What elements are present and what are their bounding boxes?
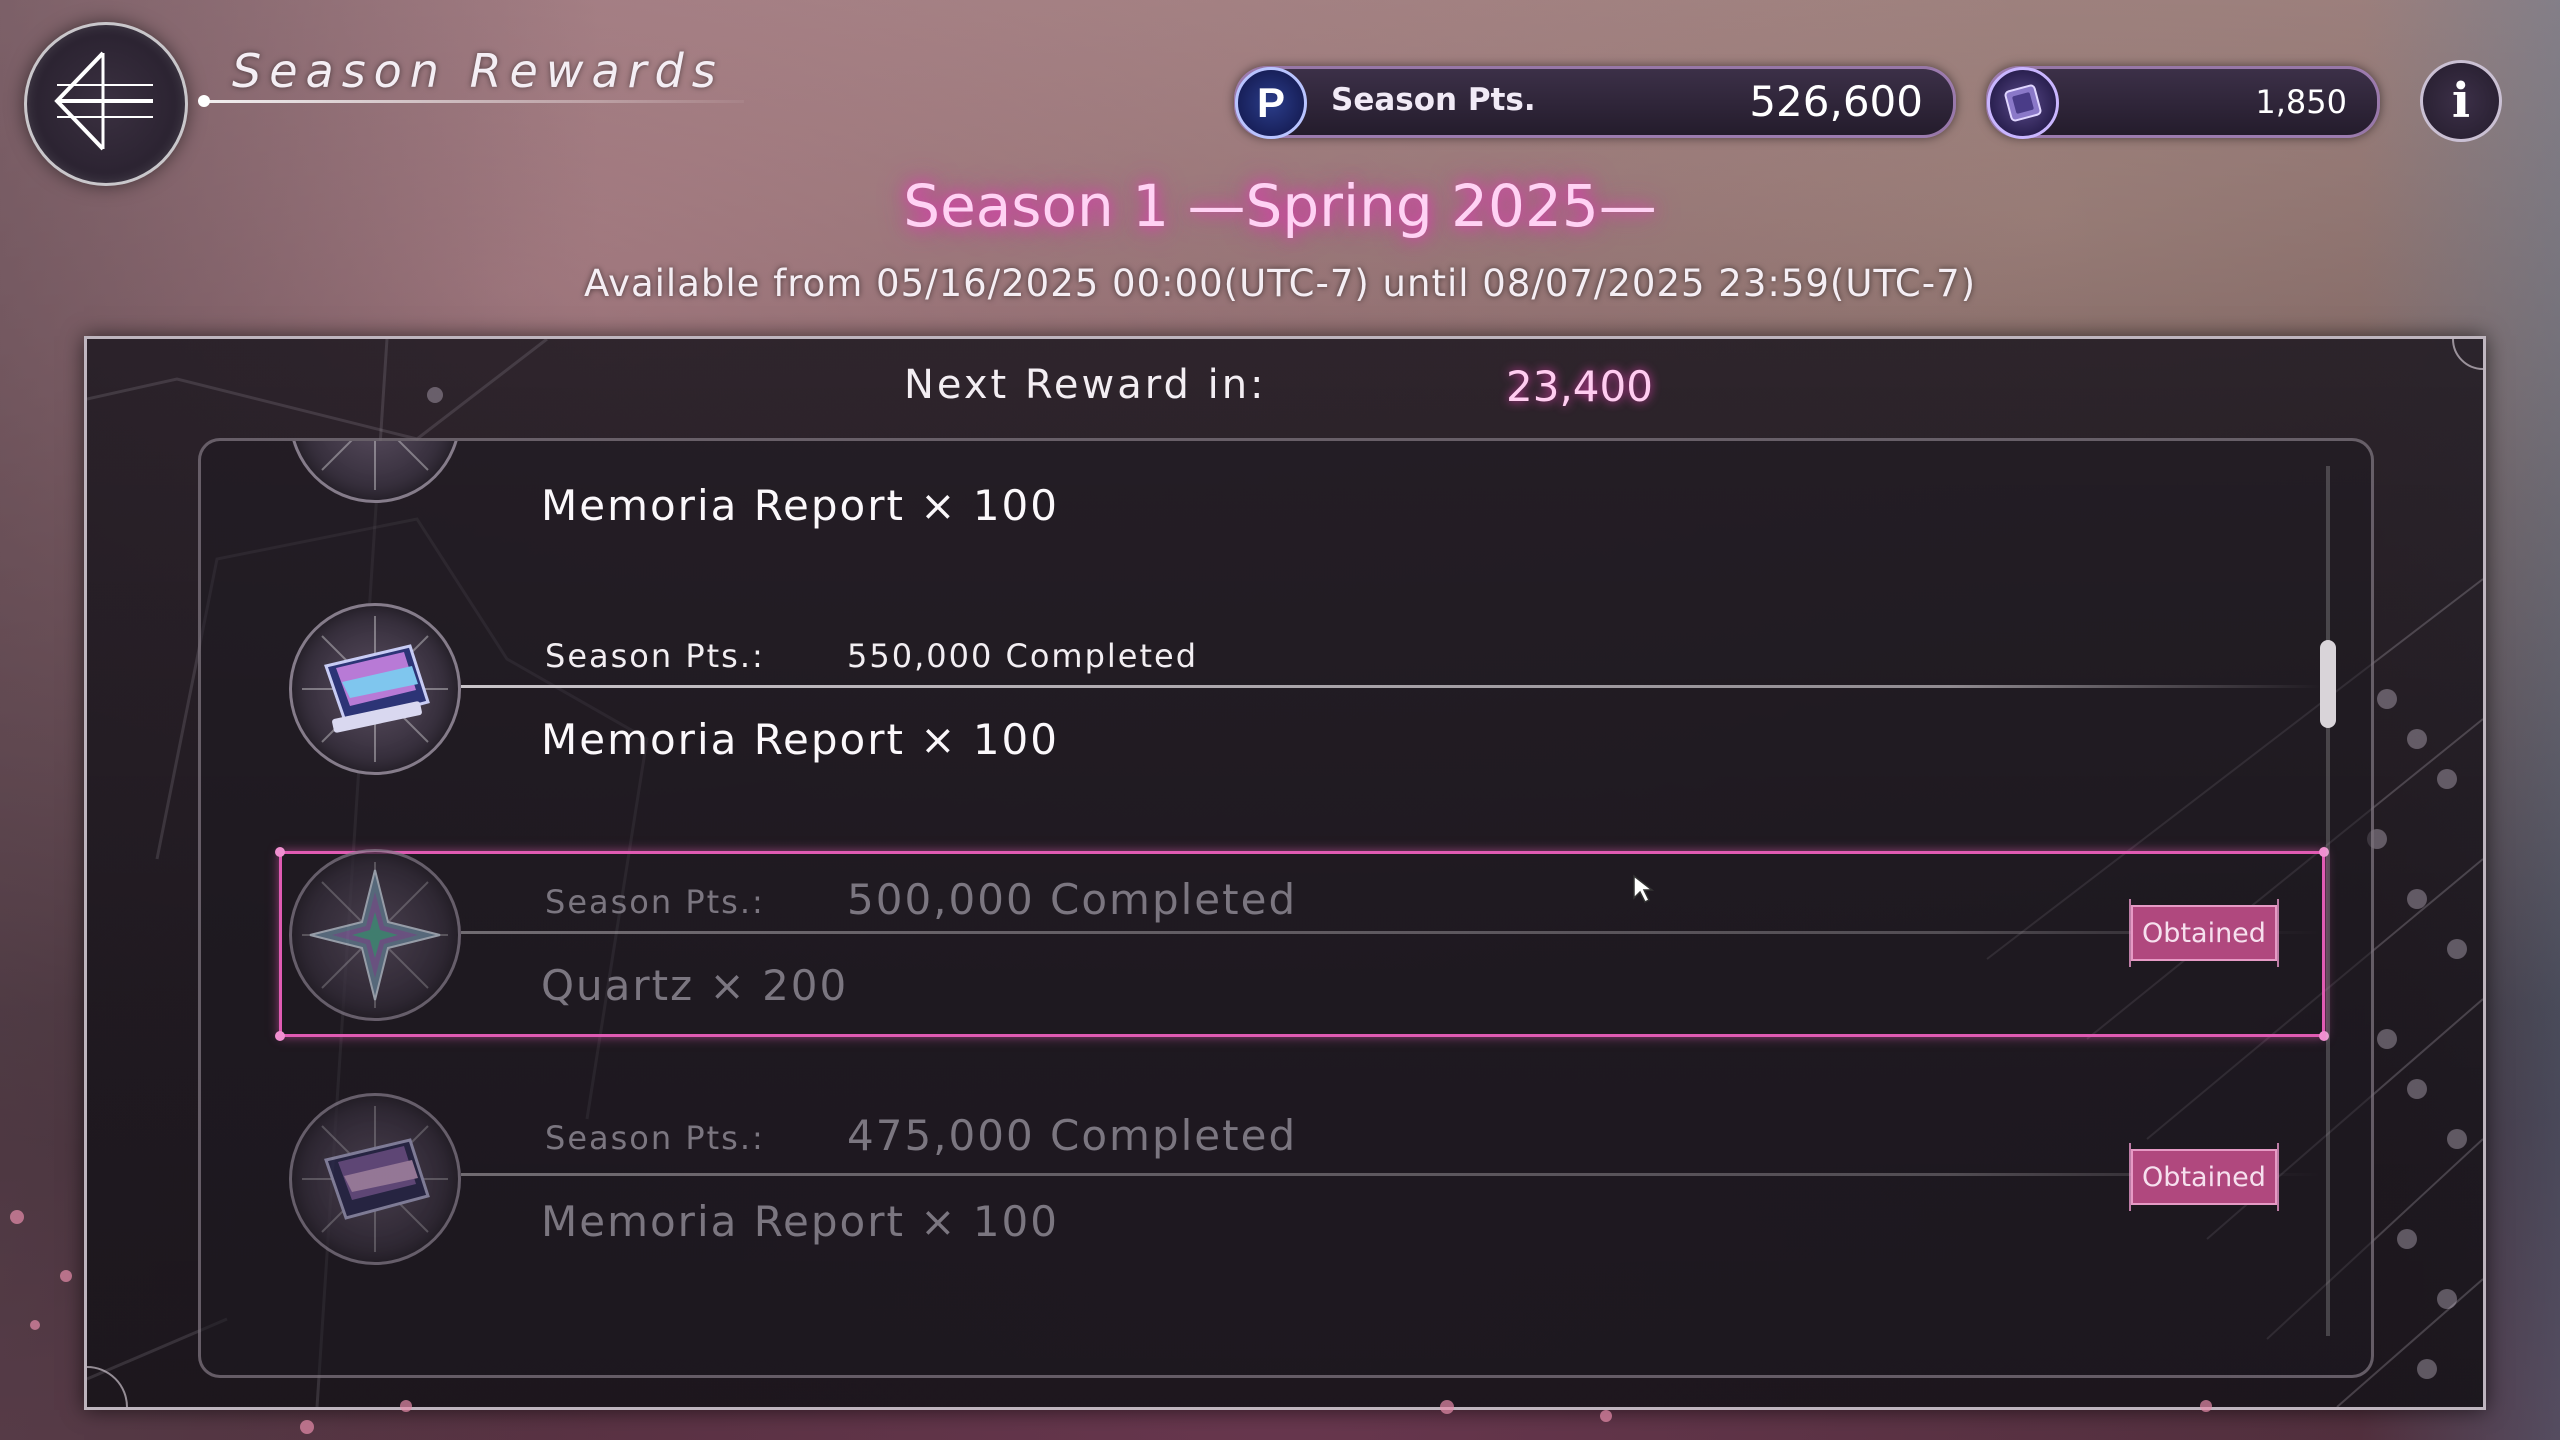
reward-divider (461, 931, 2321, 934)
reward-item: Memoria Report × 100 (541, 481, 1059, 530)
obtained-badge: Obtained (2129, 899, 2279, 967)
reward-list[interactable]: Memoria Report × 100 Season Pts.: 550,00… (198, 438, 2374, 1378)
season-points-requirement-label: Season Pts.: (545, 637, 765, 675)
quartz-icon (289, 849, 461, 1021)
bokeh-particle (300, 1420, 314, 1434)
memoria-report-icon (289, 441, 461, 503)
reward-row[interactable]: Season Pts.: 500,000 Completed Quartz × … (201, 849, 2371, 1049)
bokeh-particle (1440, 1400, 1454, 1414)
season-points-pill: P Season Pts. 526,600 (1234, 66, 1956, 139)
back-arrow-icon (54, 51, 153, 151)
season-points-requirement-value: 475,000 Completed (847, 1111, 1298, 1160)
reward-row[interactable]: Season Pts.: 550,000 Completed Memoria R… (201, 603, 2371, 803)
reward-row[interactable]: Memoria Report × 100 (201, 441, 2371, 531)
info-button[interactable]: i (2420, 60, 2502, 142)
bokeh-particle (60, 1270, 72, 1282)
reward-item: Memoria Report × 100 (541, 1197, 1059, 1246)
season-points-requirement-value: 500,000 Completed (847, 875, 1298, 924)
bokeh-particle (30, 1320, 40, 1330)
title-underline-dot (198, 95, 210, 107)
season-title: Season 1 —Spring 2025— (903, 172, 1657, 240)
bokeh-particle (1600, 1410, 1612, 1422)
scrollbar-thumb[interactable] (2320, 640, 2336, 728)
reward-item: Memoria Report × 100 (541, 715, 1059, 764)
memoria-report-icon (289, 603, 461, 775)
bokeh-particle (2200, 1400, 2212, 1412)
page-title: Season Rewards (232, 44, 724, 98)
season-points-label: Season Pts. (1331, 82, 1536, 118)
bokeh-particle (10, 1210, 24, 1224)
gem-currency-icon (1987, 67, 2059, 139)
mouse-cursor-icon (1633, 874, 1655, 904)
obtained-badge: Obtained (2129, 1143, 2279, 1211)
title-underline (204, 100, 744, 103)
gem-currency-pill: 1,850 (1986, 66, 2380, 139)
scrollbar-track[interactable] (2326, 466, 2330, 1336)
back-button[interactable] (24, 22, 188, 186)
bokeh-particle (400, 1400, 412, 1412)
reward-divider (461, 1173, 2321, 1176)
season-points-icon: P (1235, 67, 1307, 139)
season-availability: Available from 05/16/2025 00:00(UTC-7) u… (583, 262, 1977, 305)
gem-currency-value: 1,850 (2255, 83, 2347, 121)
reward-divider (461, 685, 2321, 688)
next-reward-value: 23,400 (1506, 362, 1653, 411)
reward-row[interactable]: Season Pts.: 475,000 Completed Memoria R… (201, 1093, 2371, 1293)
reward-item: Quartz × 200 (541, 961, 849, 1010)
season-points-requirement-value: 550,000 Completed (847, 637, 1199, 675)
info-icon: i (2451, 73, 2471, 129)
memoria-report-icon (289, 1093, 461, 1265)
season-points-requirement-label: Season Pts.: (545, 883, 765, 921)
season-points-value: 526,600 (1749, 77, 1923, 126)
season-points-requirement-label: Season Pts.: (545, 1119, 765, 1157)
next-reward-label: Next Reward in: (904, 362, 1267, 408)
